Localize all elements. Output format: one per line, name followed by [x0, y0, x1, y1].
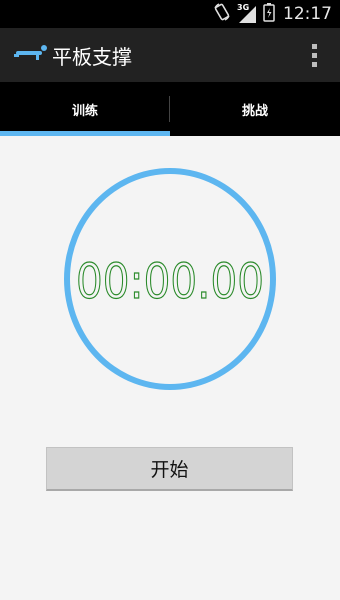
start-button-label: 开始 [150, 459, 189, 481]
tab-training-label: 训练 [71, 103, 98, 119]
tab-selected-indicator [0, 131, 170, 136]
overflow-dot [311, 52, 317, 58]
network-type-label: 3G [237, 3, 250, 12]
tab-challenge-label: 挑战 [241, 103, 268, 119]
signal-3g-icon: 3G [237, 3, 257, 24]
tab-training[interactable]: 训练 [0, 82, 170, 136]
app-title: 平板支撑 [52, 45, 132, 69]
overflow-menu-icon[interactable] [302, 41, 326, 69]
battery-icon [263, 2, 275, 26]
tab-challenge[interactable]: 挑战 [170, 82, 340, 136]
action-bar: 平板支撑 [0, 28, 340, 82]
status-bar: 3G 12:17 [0, 0, 340, 28]
overflow-dot [311, 43, 317, 49]
overflow-dot [311, 61, 317, 67]
status-time: 12:17 [283, 4, 332, 24]
timer-display: 00:00.00 [75, 253, 264, 310]
tab-bar: 训练 挑战 [0, 82, 340, 136]
start-button[interactable]: 开始 [46, 447, 293, 491]
plank-icon[interactable] [14, 45, 48, 65]
timer-value: 00:00.00 [76, 254, 264, 310]
timer: 00:00.00 [64, 168, 276, 390]
rotate-icon [213, 2, 231, 26]
status-icons: 3G 12:17 [213, 0, 332, 28]
